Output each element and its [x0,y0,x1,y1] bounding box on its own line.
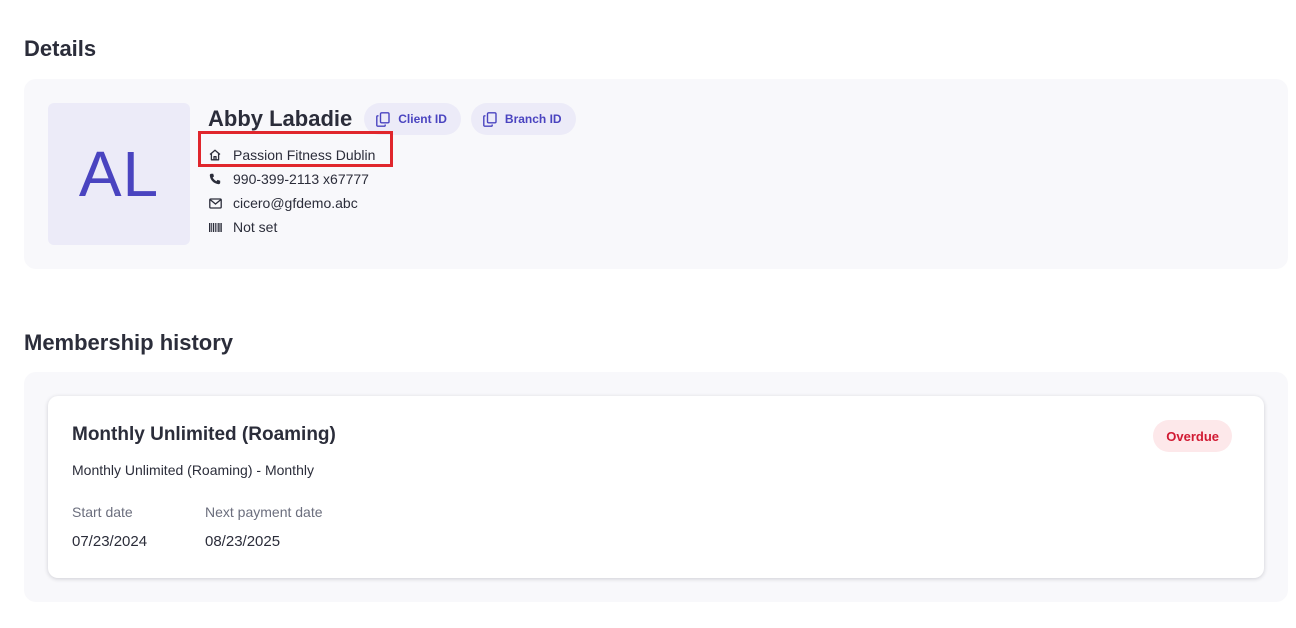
email-text: cicero@gfdemo.abc [233,195,358,211]
client-header: Abby Labadie Client ID Branch ID [208,103,576,135]
phone-icon [208,172,222,186]
mail-icon [208,196,222,210]
client-name: Abby Labadie [208,106,353,131]
plan-name: Monthly Unlimited (Roaming) [72,424,336,445]
next-payment-value: 08/23/2025 [205,533,281,550]
status-badge: Overdue [1153,420,1232,452]
membership-history-panel: Monthly Unlimited (Roaming) Overdue Mont… [24,372,1288,602]
home-icon [208,148,222,162]
copy-icon [376,111,390,127]
email-row: cicero@gfdemo.abc [208,191,375,215]
membership-card[interactable]: Monthly Unlimited (Roaming) Overdue Mont… [48,396,1264,578]
barcode-row: Not set [208,215,375,239]
location-text: Passion Fitness Dublin [233,147,376,163]
details-panel: AL Abby Labadie Client ID Branch ID Pass… [24,79,1288,269]
copy-client-id-button[interactable]: Client ID [364,103,461,135]
client-id-label: Client ID [398,112,447,126]
barcode-icon [208,220,222,234]
avatar: AL [48,103,190,245]
details-title: Details [24,36,97,61]
next-payment-field: Next payment date 08/23/2025 [205,504,323,550]
membership-history-title: Membership history [24,330,234,355]
phone-text: 990-399-2113 x67777 [233,171,369,187]
plan-subtitle: Monthly Unlimited (Roaming) - Monthly [72,462,314,478]
phone-row: 990-399-2113 x67777 [208,167,375,191]
copy-branch-id-button[interactable]: Branch ID [470,103,576,135]
copy-icon [483,111,497,127]
contact-info: Passion Fitness Dublin 990-399-2113 x677… [208,143,375,239]
barcode-text: Not set [233,219,278,235]
location-row: Passion Fitness Dublin [208,143,375,167]
start-date-value: 07/23/2024 [72,533,148,550]
start-date-field: Start date 07/23/2024 [72,504,147,550]
branch-id-label: Branch ID [504,112,562,126]
next-payment-label: Next payment date [205,504,323,520]
start-date-label: Start date [72,504,133,520]
